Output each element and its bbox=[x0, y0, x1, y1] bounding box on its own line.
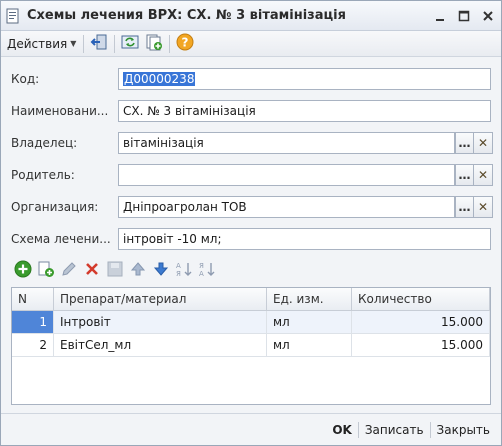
title-bar: Схемы лечения ВРХ: СХ. № 3 вітамінізація bbox=[1, 1, 501, 31]
add-row-button[interactable] bbox=[11, 259, 34, 281]
scheme-value: інтровіт -10 мл; bbox=[123, 232, 222, 246]
owner-clear-button[interactable]: ✕ bbox=[473, 132, 493, 154]
table-row[interactable]: 2 ЕвітСел_мл мл 15.000 bbox=[12, 334, 490, 357]
organization-field[interactable]: Дніпроагролан ТОВ bbox=[118, 196, 455, 218]
organization-row: Организация: Дніпроагролан ТОВ … ✕ bbox=[1, 196, 501, 218]
table-row[interactable]: 1 Інтровіт мл 15.000 bbox=[12, 311, 490, 334]
owner-select-button[interactable]: … bbox=[455, 132, 475, 154]
organization-select-button[interactable]: … bbox=[455, 196, 475, 218]
close-button[interactable]: Закрыть bbox=[432, 420, 495, 440]
column-header-material[interactable]: Препарат/материал bbox=[54, 288, 267, 310]
materials-table[interactable]: N Препарат/материал Ед. изм. Количество … bbox=[11, 287, 491, 405]
organization-label: Организация: bbox=[11, 200, 99, 214]
refresh-icon bbox=[121, 33, 139, 54]
copy-row-button[interactable] bbox=[34, 259, 57, 281]
catalog-item-window: Схемы лечения ВРХ: СХ. № 3 вітамінізація… bbox=[0, 0, 502, 446]
edit-row-button[interactable] bbox=[57, 259, 80, 281]
maximize-icon[interactable] bbox=[453, 5, 475, 27]
delete-row-button[interactable] bbox=[80, 259, 103, 281]
toolbar-separator bbox=[114, 34, 116, 53]
sort-asc-button[interactable]: AЯ bbox=[172, 259, 195, 281]
parent-clear-button[interactable]: ✕ bbox=[473, 164, 493, 186]
organization-value: Дніпроагролан ТОВ bbox=[123, 200, 247, 214]
footer-separator bbox=[429, 421, 431, 438]
cell-n: 1 bbox=[12, 311, 54, 333]
code-label: Код: bbox=[11, 72, 40, 86]
parent-select-button[interactable]: … bbox=[455, 164, 475, 186]
column-header-quantity[interactable]: Количество bbox=[352, 288, 490, 310]
close-icon[interactable] bbox=[477, 5, 499, 27]
parent-row: Родитель: … ✕ bbox=[1, 164, 501, 186]
svg-text:A: A bbox=[176, 262, 181, 270]
help-button[interactable]: ? bbox=[173, 33, 197, 55]
copy-row-icon bbox=[37, 260, 55, 281]
owner-label: Владелец: bbox=[11, 136, 78, 150]
sort-ascending-icon: AЯ bbox=[175, 260, 193, 281]
cell-quantity[interactable]: 15.000 bbox=[352, 311, 490, 333]
column-header-unit[interactable]: Ед. изм. bbox=[267, 288, 352, 310]
name-label: Наименовани... bbox=[11, 104, 109, 118]
sort-descending-icon: ЯA bbox=[198, 260, 216, 281]
refresh-button[interactable] bbox=[118, 33, 142, 55]
column-header-n[interactable]: N bbox=[12, 288, 54, 310]
cell-material[interactable]: Інтровіт bbox=[54, 311, 267, 333]
arrow-down-icon bbox=[152, 260, 170, 281]
svg-text:?: ? bbox=[182, 36, 189, 50]
end-edit-button bbox=[103, 259, 126, 281]
toolbar-separator bbox=[169, 34, 171, 53]
document-icon bbox=[5, 8, 21, 24]
owner-row: Владелец: вітамінізація … ✕ bbox=[1, 132, 501, 154]
scheme-field[interactable]: інтровіт -10 мл; bbox=[118, 228, 491, 250]
actions-menu[interactable]: Действия ▼ bbox=[1, 33, 80, 55]
cell-n: 2 bbox=[12, 334, 54, 356]
cell-unit[interactable]: мл bbox=[267, 311, 352, 333]
minimize-icon[interactable] bbox=[429, 5, 451, 27]
add-icon bbox=[14, 260, 32, 281]
footer-separator bbox=[357, 421, 359, 438]
save-row-icon bbox=[106, 260, 124, 281]
main-toolbar: Действия ▼ ? bbox=[1, 31, 501, 57]
help-icon: ? bbox=[176, 33, 194, 54]
scheme-row: Схема лечени... інтровіт -10 мл; bbox=[1, 228, 501, 250]
ok-button[interactable]: OK bbox=[327, 420, 357, 440]
pencil-icon bbox=[60, 260, 78, 281]
delete-icon bbox=[83, 260, 101, 281]
exit-icon bbox=[90, 33, 108, 54]
code-field[interactable]: Д00000238 bbox=[118, 68, 491, 90]
cell-unit[interactable]: мл bbox=[267, 334, 352, 356]
footer-bar: OK Записать Закрыть bbox=[1, 413, 501, 445]
scheme-label: Схема лечени... bbox=[11, 232, 111, 246]
arrow-up-icon bbox=[129, 260, 147, 281]
svg-text:Я: Я bbox=[176, 270, 181, 278]
move-down-button[interactable] bbox=[149, 259, 172, 281]
move-up-button[interactable] bbox=[126, 259, 149, 281]
name-row: Наименовани... СХ. № 3 вітамінізація bbox=[1, 100, 501, 122]
save-button[interactable]: Записать bbox=[360, 420, 429, 440]
new-copy-icon bbox=[145, 33, 163, 54]
owner-value: вітамінізація bbox=[123, 136, 204, 150]
actions-menu-label: Действия bbox=[7, 36, 68, 51]
organization-clear-button[interactable]: ✕ bbox=[473, 196, 493, 218]
name-value: СХ. № 3 вітамінізація bbox=[123, 104, 256, 118]
chevron-down-icon: ▼ bbox=[70, 39, 77, 48]
exit-button[interactable] bbox=[87, 33, 111, 55]
parent-label: Родитель: bbox=[11, 168, 75, 182]
owner-field[interactable]: вітамінізація bbox=[118, 132, 455, 154]
table-toolbar: AЯ ЯA bbox=[11, 258, 218, 282]
cell-material[interactable]: ЕвітСел_мл bbox=[54, 334, 267, 356]
new-copy-button[interactable] bbox=[142, 33, 166, 55]
window-title: Схемы лечения ВРХ: СХ. № 3 вітамінізація bbox=[27, 8, 346, 23]
table-header: N Препарат/материал Ед. изм. Количество bbox=[12, 288, 490, 311]
name-field[interactable]: СХ. № 3 вітамінізація bbox=[118, 100, 491, 122]
code-row: Код: Д00000238 bbox=[1, 68, 501, 90]
toolbar-separator bbox=[83, 34, 85, 53]
svg-text:Я: Я bbox=[199, 262, 204, 270]
sort-desc-button[interactable]: ЯA bbox=[195, 259, 218, 281]
code-value: Д00000238 bbox=[123, 72, 196, 86]
svg-text:A: A bbox=[199, 270, 204, 278]
cell-quantity[interactable]: 15.000 bbox=[352, 334, 490, 356]
parent-field[interactable] bbox=[118, 164, 455, 186]
